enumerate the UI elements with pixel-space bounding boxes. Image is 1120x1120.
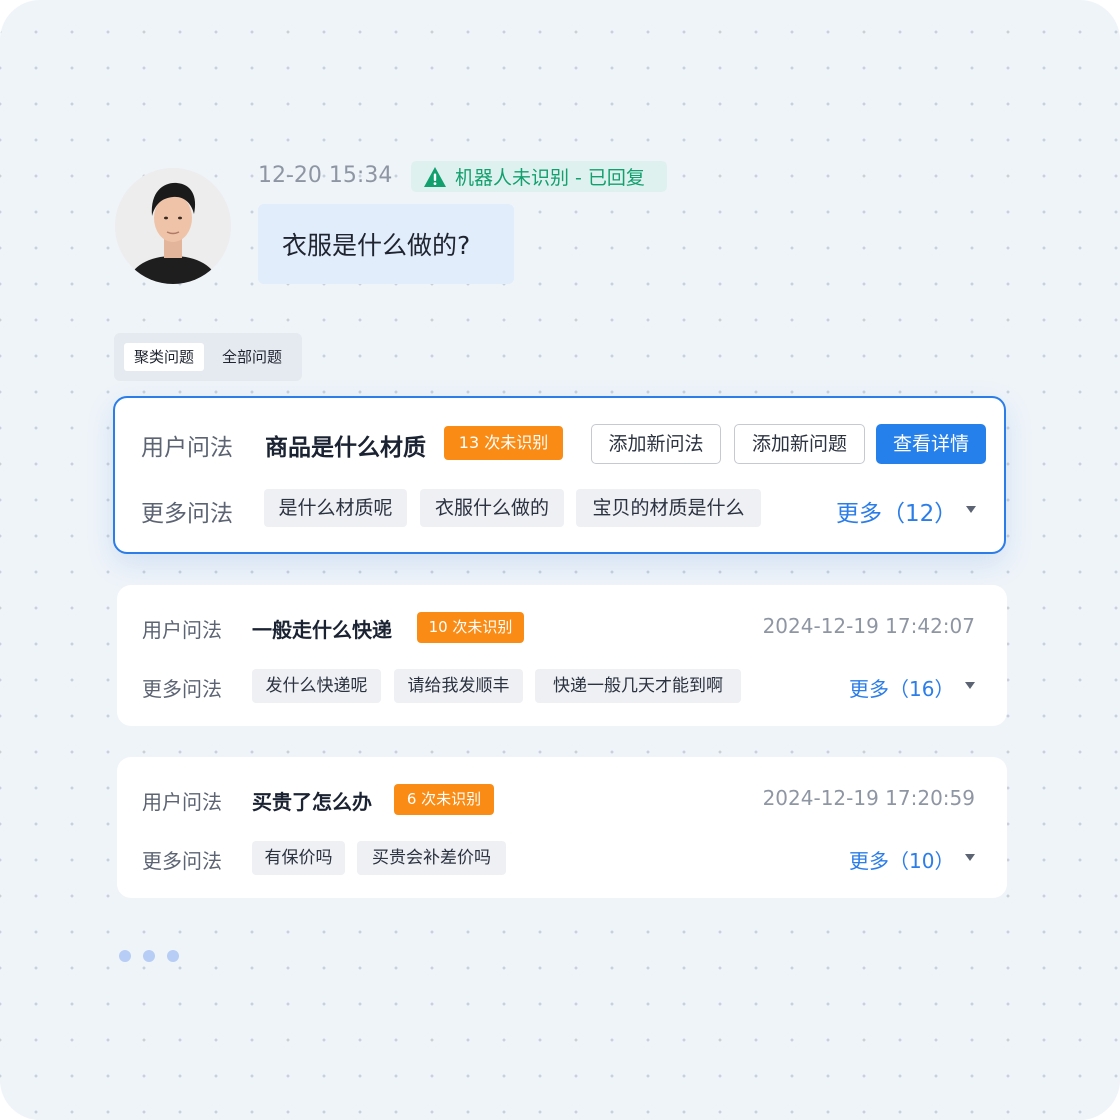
phrasing-chip[interactable]: 是什么材质呢	[264, 489, 407, 527]
user-phrasing-label: 用户问法	[141, 435, 233, 461]
unrecognized-count-badge: 6 次未识别	[394, 784, 494, 815]
add-question-button[interactable]: 添加新问题	[734, 424, 865, 464]
status-badge: 机器人未识别 - 已回复	[411, 161, 667, 192]
loading-dots-icon	[119, 950, 179, 962]
user-phrasing-label: 用户问法	[142, 618, 222, 642]
phrasing-chip[interactable]: 有保价吗	[252, 841, 345, 875]
question-datetime: 2024-12-19 17:20:59	[762, 786, 975, 810]
more-phrasings-label: 更多问法	[142, 849, 222, 873]
more-phrasings-label: 更多问法	[141, 501, 233, 527]
caret-down-icon[interactable]	[966, 506, 976, 513]
more-phrasings-link[interactable]: 更多（16）	[849, 673, 954, 702]
phrasing-chip[interactable]: 请给我发顺丰	[394, 669, 523, 703]
loading-dot	[119, 950, 131, 962]
view-details-button[interactable]: 查看详情	[876, 424, 986, 464]
unrecognized-count-badge: 13 次未识别	[444, 426, 563, 460]
unrecognized-count-badge: 10 次未识别	[417, 612, 524, 643]
phrasing-chip[interactable]: 衣服什么做的	[420, 489, 564, 527]
more-phrasings-link[interactable]: 更多（12）	[836, 494, 957, 528]
add-phrasing-button[interactable]: 添加新问法	[591, 424, 721, 464]
tab-all-questions[interactable]: 全部问题	[212, 343, 292, 371]
more-phrasings-link[interactable]: 更多（10）	[849, 845, 954, 874]
chat-panel: 12-20 15:34 机器人未识别 - 已回复 衣服是什么做的? 聚类问题 全…	[0, 0, 1120, 1120]
phrasing-chip[interactable]: 买贵会补差价吗	[357, 841, 506, 875]
tab-clustered-questions[interactable]: 聚类问题	[124, 343, 205, 371]
question-title: 商品是什么材质	[265, 435, 426, 461]
user-portrait-icon	[115, 168, 231, 284]
question-card[interactable]: 用户问法 一般走什么快递 10 次未识别 2024-12-19 17:42:07…	[117, 585, 1007, 726]
question-card-selected[interactable]: 用户问法 商品是什么材质 13 次未识别 添加新问法 添加新问题 查看详情 更多…	[113, 396, 1006, 554]
warning-triangle-icon	[424, 166, 446, 187]
user-avatar	[115, 168, 231, 284]
status-text: 机器人未识别 - 已回复	[455, 167, 645, 189]
loading-dot	[143, 950, 155, 962]
phrasing-chip[interactable]: 宝贝的材质是什么	[576, 489, 761, 527]
user-phrasing-label: 用户问法	[142, 790, 222, 814]
question-card[interactable]: 用户问法 买贵了怎么办 6 次未识别 2024-12-19 17:20:59 更…	[117, 757, 1007, 898]
caret-down-icon[interactable]	[965, 682, 975, 689]
message-bubble: 衣服是什么做的?	[258, 204, 514, 284]
more-phrasings-label: 更多问法	[142, 677, 222, 701]
caret-down-icon[interactable]	[965, 854, 975, 861]
question-view-tabs: 聚类问题 全部问题	[114, 333, 302, 381]
phrasing-chip[interactable]: 快递一般几天才能到啊	[535, 669, 741, 703]
question-title: 买贵了怎么办	[252, 790, 372, 814]
message-time: 12-20 15:34	[258, 163, 393, 188]
question-datetime: 2024-12-19 17:42:07	[762, 614, 975, 638]
phrasing-chip[interactable]: 发什么快递呢	[252, 669, 381, 703]
loading-dot	[167, 950, 179, 962]
question-title: 一般走什么快递	[252, 618, 392, 642]
